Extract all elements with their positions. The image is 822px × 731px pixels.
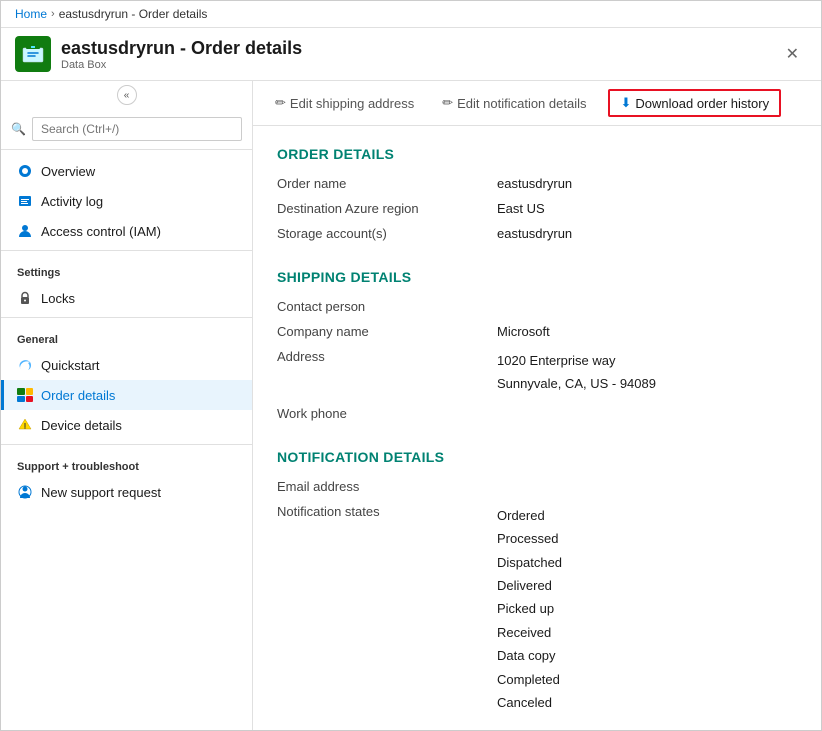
- sidebar-item-overview[interactable]: Overview: [1, 156, 252, 186]
- close-button[interactable]: ✕: [778, 40, 807, 68]
- company-name-label: Company name: [277, 324, 497, 339]
- breadcrumb-home[interactable]: Home: [15, 7, 47, 21]
- sidebar-item-new-support-request[interactable]: New support request: [1, 477, 252, 507]
- sidebar-item-quickstart[interactable]: Quickstart: [1, 350, 252, 380]
- sidebar-nav: Overview Activity log: [1, 150, 252, 513]
- company-name-value: Microsoft: [497, 324, 797, 339]
- support-icon: [17, 484, 33, 500]
- email-address-row: Email address: [277, 479, 797, 494]
- divider-1: [1, 250, 252, 251]
- sidebar-item-order-details[interactable]: Order details: [1, 380, 252, 410]
- order-name-row: Order name eastusdryrun: [277, 176, 797, 191]
- support-section-label: Support + troubleshoot: [1, 449, 252, 477]
- notification-states-row: Notification states OrderedProcessedDisp…: [277, 504, 797, 715]
- storage-account-label: Storage account(s): [277, 226, 497, 241]
- destination-region-value: East US: [497, 201, 797, 216]
- access-control-icon: [17, 223, 33, 239]
- sidebar-item-activity-log[interactable]: Activity log: [1, 186, 252, 216]
- title-bar: eastusdryrun - Order details Data Box ✕: [1, 28, 821, 81]
- notification-details-section: NOTIFICATION DETAILS Email address Notif…: [277, 449, 797, 715]
- shipping-details-section: SHIPPING DETAILS Contact person Company …: [277, 269, 797, 421]
- sidebar-item-device-details-label: Device details: [41, 418, 122, 433]
- download-history-button[interactable]: ⬇ Download order history: [608, 89, 781, 117]
- sidebar-search-container: 🔍: [1, 109, 252, 150]
- work-phone-row: Work phone: [277, 406, 797, 421]
- breadcrumb-separator: ›: [51, 8, 55, 20]
- page-subtitle: Data Box: [61, 59, 302, 71]
- sidebar-item-activity-log-label: Activity log: [41, 194, 103, 209]
- settings-section-label: Settings: [1, 255, 252, 283]
- address-label: Address: [277, 349, 497, 396]
- sidebar-item-locks-label: Locks: [41, 291, 75, 306]
- sidebar-item-quickstart-label: Quickstart: [41, 358, 100, 373]
- edit-notification-label: Edit notification details: [457, 96, 586, 111]
- breadcrumb-current: eastusdryrun - Order details: [59, 7, 208, 21]
- main-layout: « 🔍 Overview: [1, 81, 821, 730]
- locks-icon: [17, 290, 33, 306]
- sidebar: « 🔍 Overview: [1, 81, 253, 730]
- activity-log-icon: [17, 193, 33, 209]
- storage-account-row: Storage account(s) eastusdryrun: [277, 226, 797, 241]
- email-address-value: [497, 479, 797, 494]
- sidebar-item-locks[interactable]: Locks: [1, 283, 252, 313]
- sidebar-item-access-control-label: Access control (IAM): [41, 224, 161, 239]
- sidebar-collapse-area: «: [1, 81, 252, 109]
- divider-2: [1, 317, 252, 318]
- notification-details-title: NOTIFICATION DETAILS: [277, 449, 797, 465]
- order-name-value: eastusdryrun: [497, 176, 797, 191]
- storage-account-value: eastusdryrun: [497, 226, 797, 241]
- edit-notification-icon: ✏: [442, 95, 453, 111]
- sidebar-item-overview-label: Overview: [41, 164, 95, 179]
- title-bar-left: eastusdryrun - Order details Data Box: [15, 36, 302, 72]
- sidebar-item-device-details[interactable]: Device details: [1, 410, 252, 440]
- search-input[interactable]: [32, 117, 242, 141]
- work-phone-value: [497, 406, 797, 421]
- action-bar: ✏ Edit shipping address ✏ Edit notificat…: [253, 81, 821, 126]
- sidebar-collapse-button[interactable]: «: [117, 85, 137, 105]
- sidebar-item-order-details-label: Order details: [41, 388, 115, 403]
- shipping-details-title: SHIPPING DETAILS: [277, 269, 797, 285]
- contact-person-value: [497, 299, 797, 314]
- main-window: Home › eastusdryrun - Order details east…: [0, 0, 822, 731]
- general-section-label: General: [1, 322, 252, 350]
- app-icon: [15, 36, 51, 72]
- order-details-title: ORDER DETAILS: [277, 146, 797, 162]
- divider-3: [1, 444, 252, 445]
- device-details-icon: [17, 417, 33, 433]
- page-title: eastusdryrun - Order details: [61, 38, 302, 59]
- order-details-icon: [17, 387, 33, 403]
- company-name-row: Company name Microsoft: [277, 324, 797, 339]
- search-icon: 🔍: [11, 122, 26, 136]
- edit-shipping-icon: ✏: [275, 95, 286, 111]
- quickstart-icon: [17, 357, 33, 373]
- work-phone-label: Work phone: [277, 406, 497, 421]
- title-text: eastusdryrun - Order details Data Box: [61, 38, 302, 71]
- download-history-label: Download order history: [635, 96, 769, 111]
- contact-person-row: Contact person: [277, 299, 797, 314]
- sidebar-item-access-control[interactable]: Access control (IAM): [1, 216, 252, 246]
- destination-region-label: Destination Azure region: [277, 201, 497, 216]
- email-address-label: Email address: [277, 479, 497, 494]
- content-area: ✏ Edit shipping address ✏ Edit notificat…: [253, 81, 821, 730]
- notification-states-label: Notification states: [277, 504, 497, 715]
- download-history-icon: ⬇: [620, 95, 631, 111]
- sidebar-item-support-label: New support request: [41, 485, 161, 500]
- order-details-section: ORDER DETAILS Order name eastusdryrun De…: [277, 146, 797, 241]
- address-value: 1020 Enterprise waySunnyvale, CA, US - 9…: [497, 349, 797, 396]
- edit-shipping-button[interactable]: ✏ Edit shipping address: [269, 91, 420, 115]
- address-row: Address 1020 Enterprise waySunnyvale, CA…: [277, 349, 797, 396]
- contact-person-label: Contact person: [277, 299, 497, 314]
- overview-icon: [17, 163, 33, 179]
- edit-shipping-label: Edit shipping address: [290, 96, 414, 111]
- notification-states-value: OrderedProcessedDispatchedDeliveredPicke…: [497, 504, 797, 715]
- order-name-label: Order name: [277, 176, 497, 191]
- breadcrumb: Home › eastusdryrun - Order details: [1, 1, 821, 28]
- edit-notification-button[interactable]: ✏ Edit notification details: [436, 91, 592, 115]
- content-scroll: ORDER DETAILS Order name eastusdryrun De…: [253, 126, 821, 730]
- destination-region-row: Destination Azure region East US: [277, 201, 797, 216]
